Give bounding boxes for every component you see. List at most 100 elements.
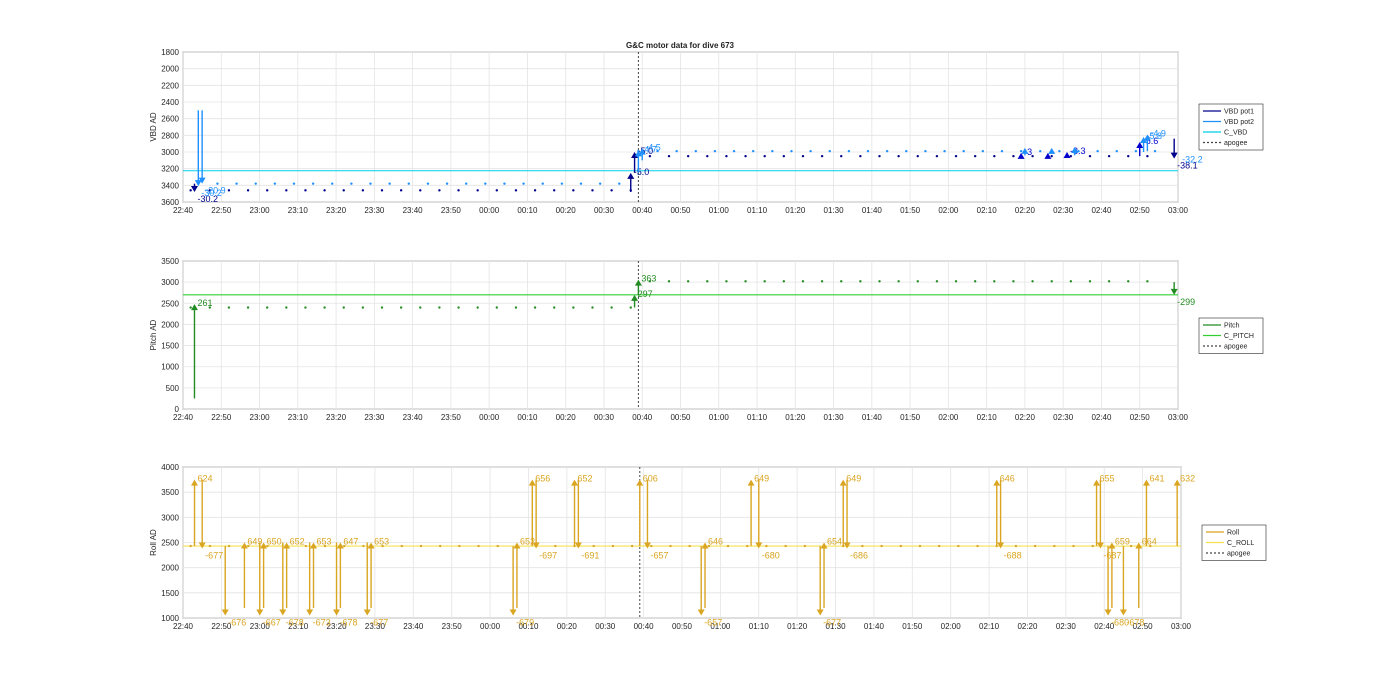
legend-entry: VBD pot1 xyxy=(1224,109,1254,116)
sample-point xyxy=(445,182,449,185)
sample-point xyxy=(809,149,812,153)
y-axis-label: Roll AD xyxy=(149,529,158,556)
x-tick-label: 00:40 xyxy=(632,413,653,422)
sample-point xyxy=(885,149,889,153)
sample-point xyxy=(935,154,939,158)
move-label: -678 xyxy=(340,617,358,627)
x-tick-label: 02:10 xyxy=(977,413,998,422)
x-tick-label: 01:30 xyxy=(824,413,845,422)
sample-point xyxy=(1096,149,1099,153)
x-tick-label: 00:00 xyxy=(480,622,501,631)
y-tick-label: 1000 xyxy=(161,363,179,372)
sample-point xyxy=(323,306,326,309)
move-label: -678 xyxy=(286,617,304,627)
sample-point xyxy=(189,306,192,309)
sample-point xyxy=(458,544,461,548)
move-label: -4.9 xyxy=(1150,129,1166,139)
sample-point xyxy=(1050,154,1053,158)
sample-point xyxy=(350,182,353,185)
sample-point xyxy=(667,280,671,283)
sample-point xyxy=(828,149,831,153)
y-axis-label: Pitch AD xyxy=(149,319,158,350)
sample-point xyxy=(419,306,422,309)
x-tick-label: 23:30 xyxy=(364,413,385,422)
x-tick-label: 22:40 xyxy=(173,206,194,215)
move-label: -676 xyxy=(228,617,246,627)
sample-point xyxy=(342,306,345,309)
sample-point xyxy=(713,149,717,153)
legend: Pitch C_PITCHapogee xyxy=(1198,317,1264,354)
move-label: 652 xyxy=(290,537,305,547)
move-label: 624 xyxy=(198,474,213,484)
panel-3: 100015002000250030003500400022:40 22:50 23… xyxy=(149,463,1267,631)
sample-point xyxy=(227,306,231,309)
sample-point xyxy=(399,189,403,192)
move-label: 650 xyxy=(267,537,282,547)
legend-entry: C_ROLL xyxy=(1227,540,1254,547)
x-tick-label: 02:10 xyxy=(977,206,998,215)
sample-point xyxy=(765,544,768,548)
sample-point xyxy=(235,182,238,185)
sample-point xyxy=(399,306,403,309)
x-tick-label: 02:20 xyxy=(1015,206,1036,215)
sample-point xyxy=(752,149,755,153)
y-tick-label: 2500 xyxy=(161,539,179,548)
sample-point xyxy=(342,189,345,192)
sample-point xyxy=(611,544,615,548)
sample-point xyxy=(457,189,460,192)
x-tick-label: 23:20 xyxy=(326,413,347,422)
x-tick-label: 00:20 xyxy=(556,413,577,422)
x-tick-label: 02:40 xyxy=(1091,413,1112,422)
legend-entry: C_PITCH xyxy=(1224,333,1254,340)
x-tick-label: 01:20 xyxy=(785,413,806,422)
move-label: 649 xyxy=(754,474,769,484)
sample-point xyxy=(847,149,851,153)
sample-point xyxy=(820,280,824,283)
sample-point xyxy=(1146,280,1149,283)
move-label: 646 xyxy=(708,537,723,547)
sample-point xyxy=(726,544,730,548)
x-tick-label: 22:50 xyxy=(211,413,232,422)
sample-point xyxy=(694,149,698,153)
sample-point xyxy=(916,280,919,283)
x-tick-label: 02:30 xyxy=(1053,413,1074,422)
sample-point xyxy=(746,544,749,548)
x-tick-label: 01:40 xyxy=(862,206,883,215)
move-label: 261 xyxy=(197,298,212,308)
move-label: -5.0 xyxy=(634,167,650,177)
x-tick-label: 23:40 xyxy=(403,413,424,422)
sample-point xyxy=(771,149,774,153)
sample-point xyxy=(514,306,518,309)
sample-point xyxy=(669,544,672,548)
y-tick-label: 500 xyxy=(166,384,180,393)
x-tick-label: 01:40 xyxy=(864,622,885,631)
sample-point xyxy=(763,280,766,283)
sample-point xyxy=(784,544,787,548)
sample-point xyxy=(1127,280,1130,283)
sample-point xyxy=(782,280,786,283)
x-tick-label: 00:10 xyxy=(517,206,538,215)
y-tick-label: 3000 xyxy=(161,278,179,287)
sample-point xyxy=(1107,154,1111,158)
sample-point xyxy=(650,544,653,548)
x-tick-label: 01:20 xyxy=(785,206,806,215)
x-tick-label: 02:00 xyxy=(938,413,959,422)
x-tick-label: 00:00 xyxy=(479,206,500,215)
sample-point xyxy=(592,544,595,548)
move-label: 664 xyxy=(1142,537,1157,547)
sample-point xyxy=(725,280,728,283)
sample-point xyxy=(820,154,824,158)
x-tick-label: 01:00 xyxy=(709,413,730,422)
sample-point xyxy=(878,280,881,283)
sample-point xyxy=(1014,544,1018,548)
legend-entry: Roll xyxy=(1227,530,1240,537)
sample-point xyxy=(1019,149,1023,153)
sample-point xyxy=(880,544,883,548)
sample-point xyxy=(541,182,544,185)
sample-point xyxy=(744,154,747,158)
legend-entry: Pitch xyxy=(1224,323,1240,330)
sample-point xyxy=(1088,154,1092,158)
sample-point xyxy=(591,189,594,192)
x-tick-label: 00:10 xyxy=(517,413,538,422)
y-tick-label: 3500 xyxy=(161,488,179,497)
